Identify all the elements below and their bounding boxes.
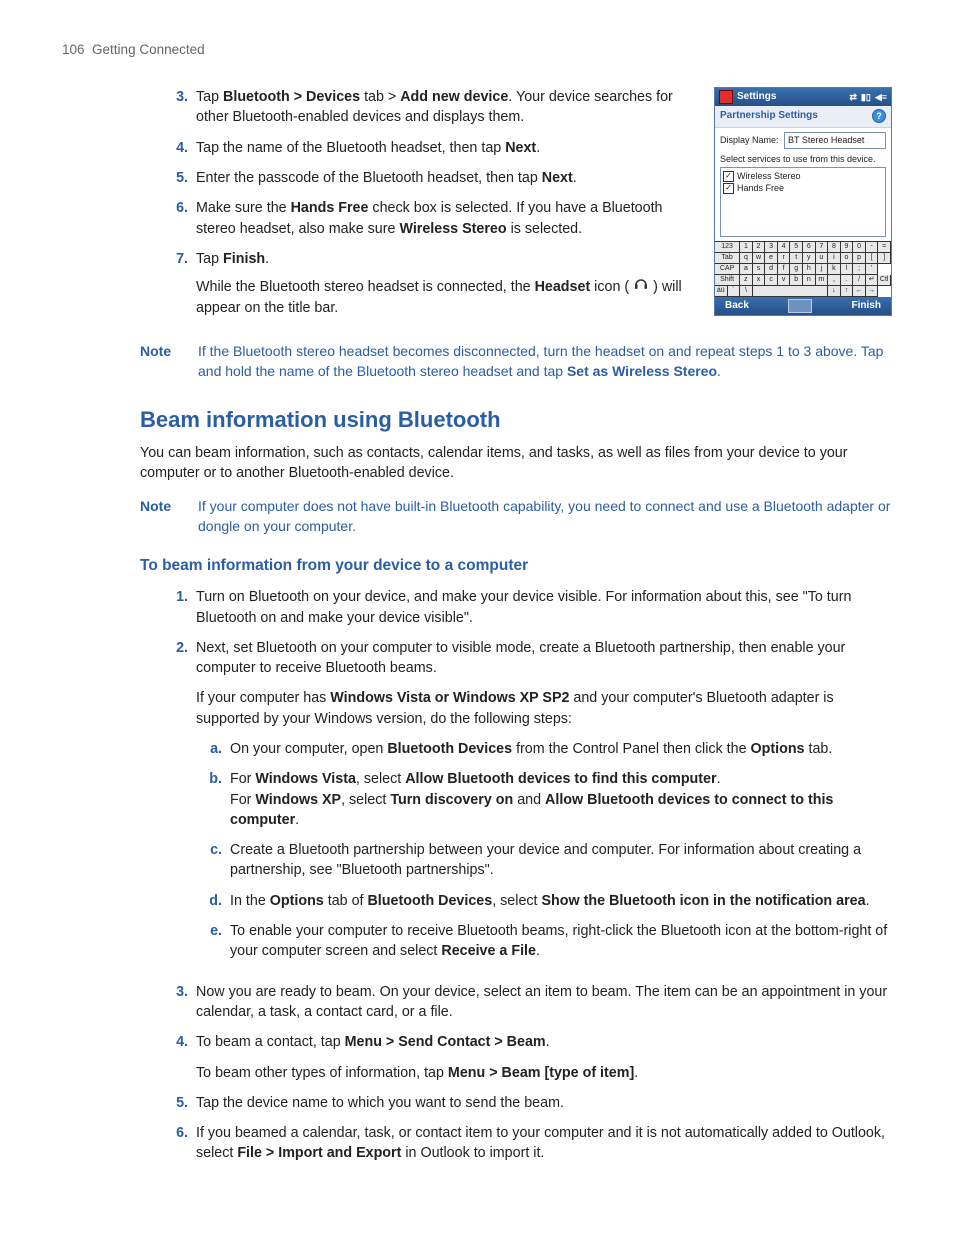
section-name: Getting Connected: [92, 42, 205, 57]
sub-step-e: e. To enable your computer to receive Bl…: [196, 921, 892, 962]
step-number: 3.: [162, 982, 196, 1023]
beam-step-1: 1. Turn on Bluetooth on your device, and…: [162, 587, 892, 628]
note-label: Note: [140, 497, 198, 537]
display-name-label: Display Name:: [720, 134, 784, 147]
signal-icon: ▮▯: [861, 91, 871, 104]
sub-step-d: d. In the Options tab of Bluetooth Devic…: [196, 891, 892, 911]
checkbox-icon: ✓: [723, 183, 734, 194]
wm-window: Settings ⇄ ▮▯ ◀≡ Partnership Settings ? …: [714, 87, 892, 316]
step-number: 6.: [162, 1123, 196, 1164]
step-body: Tap the name of the Bluetooth headset, t…: [196, 138, 700, 158]
beam-steps-list: 1. Turn on Bluetooth on your device, and…: [162, 587, 892, 1164]
volume-icon: ◀≡: [875, 91, 887, 104]
display-name-input[interactable]: BT Stereo Headset: [784, 132, 886, 149]
headset-icon: [633, 277, 649, 297]
content-column: Settings ⇄ ▮▯ ◀≡ Partnership Settings ? …: [162, 87, 892, 328]
windows-flag-icon: [719, 90, 733, 104]
finish-button[interactable]: Finish: [852, 299, 881, 313]
beam-step-2-sub: If your computer has Windows Vista or Wi…: [196, 688, 892, 729]
step-number: 7.: [162, 249, 196, 318]
note-stereo-disconnect: Note If the Bluetooth stereo headset bec…: [140, 342, 892, 382]
step-7: 7. Tap Finish. While the Bluetooth stere…: [162, 249, 700, 318]
step-number: 2.: [162, 638, 196, 972]
sub-step-b: b. For Windows Vista, select Allow Bluet…: [196, 769, 892, 830]
service-hands-free[interactable]: ✓ Hands Free: [723, 182, 883, 194]
wm-subtitle-text: Partnership Settings: [720, 109, 818, 123]
beam-intro: You can beam information, such as contac…: [140, 443, 892, 484]
wm-titlebar: Settings ⇄ ▮▯ ◀≡: [715, 88, 891, 106]
checkbox-icon: ✓: [723, 171, 734, 182]
beam-step-6: 6. If you beamed a calendar, task, or co…: [162, 1123, 892, 1164]
step-7-sub: While the Bluetooth stereo headset is co…: [196, 277, 700, 318]
note-body: If the Bluetooth stereo headset becomes …: [198, 342, 892, 382]
step-5: 5. Enter the passcode of the Bluetooth h…: [162, 168, 700, 188]
step-number: 6.: [162, 198, 196, 239]
sub-letter: c.: [196, 840, 230, 881]
service-wireless-stereo[interactable]: ✓ Wireless Stereo: [723, 170, 883, 182]
service-label: Hands Free: [737, 182, 784, 194]
step-number: 1.: [162, 587, 196, 628]
step-body: To beam a contact, tap Menu > Send Conta…: [196, 1032, 892, 1083]
step-6: 6. Make sure the Hands Free check box is…: [162, 198, 700, 239]
onscreen-keyboard[interactable]: 1231234567890-= Tabqwertyuiop[] CAPasdfg…: [715, 241, 891, 297]
step-body: Tap the device name to which you want to…: [196, 1093, 892, 1113]
beam-step-3: 3. Now you are ready to beam. On your de…: [162, 982, 892, 1023]
step-4: 4. Tap the name of the Bluetooth headset…: [162, 138, 700, 158]
sub-letter: d.: [196, 891, 230, 911]
step-body: Enter the passcode of the Bluetooth head…: [196, 168, 700, 188]
sub-step-a: a. On your computer, open Bluetooth Devi…: [196, 739, 892, 759]
sub-letter: b.: [196, 769, 230, 830]
wm-title-text: Settings: [737, 90, 776, 104]
step-number: 3.: [162, 87, 196, 128]
step-body: Next, set Bluetooth on your computer to …: [196, 638, 892, 972]
step-body: Make sure the Hands Free check box is se…: [196, 198, 700, 239]
back-button[interactable]: Back: [725, 299, 749, 313]
page-number: 106: [62, 42, 85, 57]
services-hint: Select services to use from this device.: [720, 153, 886, 166]
step-body: Tap Bluetooth > Devices tab > Add new de…: [196, 87, 700, 128]
step-body: Now you are ready to beam. On your devic…: [196, 982, 892, 1023]
beam-step-2: 2. Next, set Bluetooth on your computer …: [162, 638, 892, 972]
note-body: If your computer does not have built-in …: [198, 497, 892, 537]
section-beam-title: Beam information using Bluetooth: [140, 404, 892, 435]
step-number: 5.: [162, 168, 196, 188]
wm-body: Display Name: BT Stereo Headset Select s…: [715, 128, 891, 242]
note-adapter: Note If your computer does not have buil…: [140, 497, 892, 537]
wm-footer: Back Finish: [715, 297, 891, 315]
service-label: Wireless Stereo: [737, 170, 801, 182]
sub-letter: a.: [196, 739, 230, 759]
beam-sub-title: To beam information from your device to …: [140, 555, 892, 577]
services-list: ✓ Wireless Stereo ✓ Hands Free: [720, 167, 886, 237]
step-body: If you beamed a calendar, task, or conta…: [196, 1123, 892, 1164]
step-3: 3. Tap Bluetooth > Devices tab > Add new…: [162, 87, 700, 128]
step-body: Turn on Bluetooth on your device, and ma…: [196, 587, 892, 628]
step-body: Tap Finish. While the Bluetooth stereo h…: [196, 249, 700, 318]
beam-step-4: 4. To beam a contact, tap Menu > Send Co…: [162, 1032, 892, 1083]
page-header: 106 Getting Connected: [62, 40, 892, 59]
step-number: 4.: [162, 138, 196, 158]
screenshot-partnership-settings: Settings ⇄ ▮▯ ◀≡ Partnership Settings ? …: [714, 87, 892, 316]
step-number: 4.: [162, 1032, 196, 1083]
step-number: 5.: [162, 1093, 196, 1113]
sip-button[interactable]: [788, 299, 812, 313]
note-label: Note: [140, 342, 198, 382]
sub-step-c: c. Create a Bluetooth partnership betwee…: [196, 840, 892, 881]
wm-subtitle-bar: Partnership Settings ?: [715, 106, 891, 127]
sub-letter: e.: [196, 921, 230, 962]
help-icon: ?: [872, 109, 886, 123]
beam-step-5: 5. Tap the device name to which you want…: [162, 1093, 892, 1113]
connectivity-icon: ⇄: [849, 91, 857, 104]
